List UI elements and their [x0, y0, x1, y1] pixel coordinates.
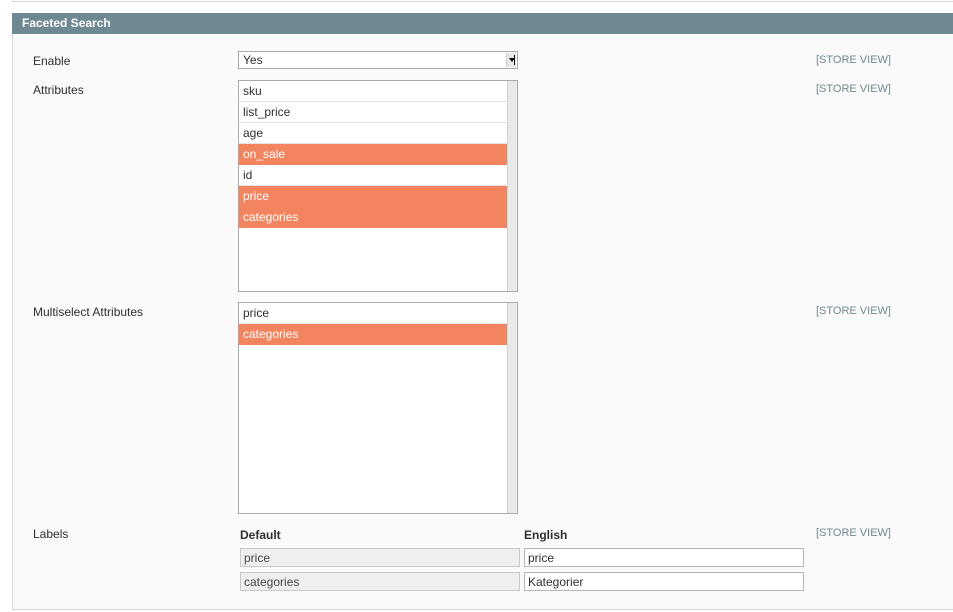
multiselect-attributes-multiselect[interactable]: price categories	[238, 302, 518, 514]
multiselect-scrollbar[interactable]	[507, 303, 517, 513]
attributes-option-sku[interactable]: sku	[239, 81, 507, 102]
multiselect-option-categories[interactable]: categories	[239, 324, 507, 345]
multiselect-option-price[interactable]: price	[239, 303, 507, 324]
attributes-scope: [STORE VIEW]	[816, 83, 891, 95]
attributes-option-price[interactable]: price	[239, 186, 507, 207]
labels-label: Labels	[33, 527, 69, 541]
enable-select-value: Yes	[243, 53, 263, 67]
label-english-price-field[interactable]	[524, 548, 804, 567]
attributes-scrollbar[interactable]	[507, 81, 517, 291]
section-header[interactable]: Faceted Search	[12, 13, 953, 34]
label-default-categories-field	[240, 572, 520, 591]
attributes-multiselect[interactable]: sku list_price age on_sale id price cate…	[238, 80, 518, 292]
attributes-option-id[interactable]: id	[239, 165, 507, 186]
previous-section-frame	[12, 0, 953, 2]
enable-label: Enable	[33, 54, 71, 68]
attributes-option-list-price[interactable]: list_price	[239, 102, 507, 123]
multiselect-attributes-scope: [STORE VIEW]	[816, 305, 891, 317]
attributes-option-categories[interactable]: categories	[239, 207, 507, 228]
labels-english-header: English	[524, 528, 568, 542]
label-default-price-field	[240, 548, 520, 567]
multiselect-attributes-label: Multiselect Attributes	[33, 305, 144, 319]
label-english-categories-field[interactable]	[524, 572, 804, 591]
attributes-option-on-sale[interactable]: on_sale	[239, 144, 507, 165]
labels-default-header: Default	[240, 528, 281, 542]
dropdown-arrow-icon[interactable]	[506, 53, 516, 67]
attributes-label: Attributes	[33, 83, 84, 97]
labels-scope: [STORE VIEW]	[816, 527, 891, 539]
enable-scope: [STORE VIEW]	[816, 54, 891, 66]
enable-select[interactable]: Yes	[238, 51, 518, 69]
attributes-option-age[interactable]: age	[239, 123, 507, 144]
